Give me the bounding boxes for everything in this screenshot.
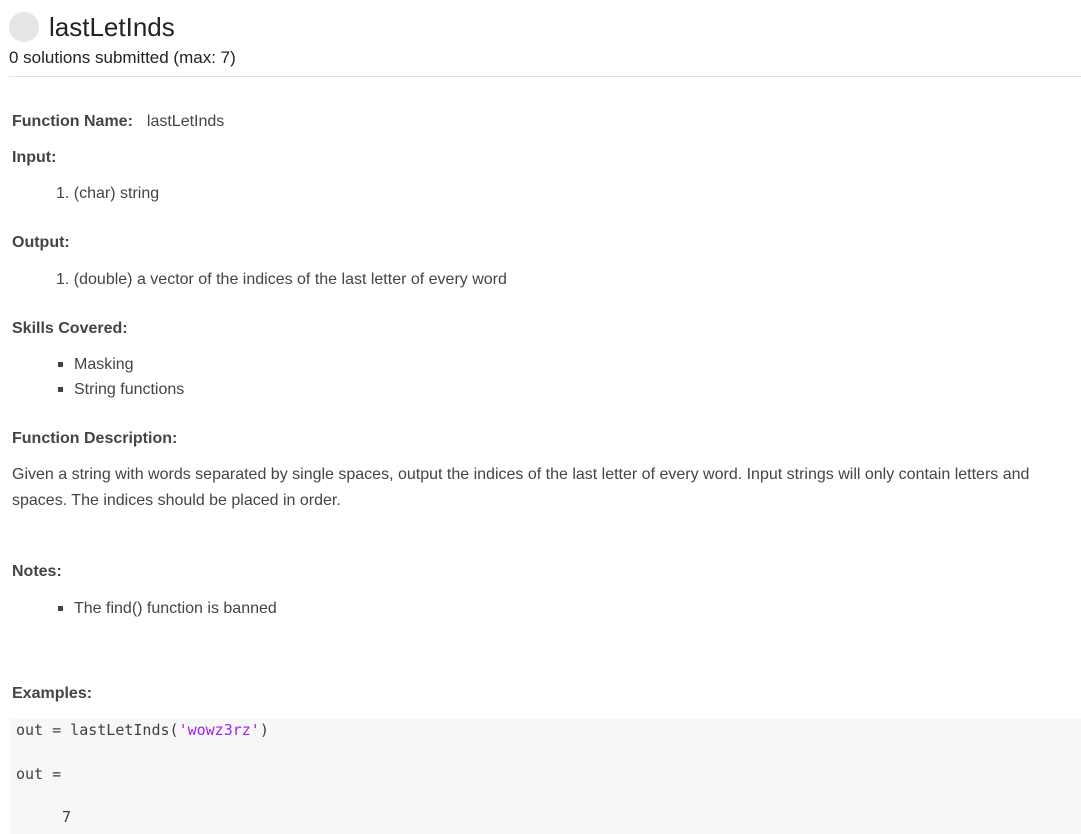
examples-label: Examples: — [12, 685, 93, 702]
input-item-text: (char) string — [73, 185, 160, 202]
example-code-block: out = lastLetInds('wowz3rz') out = 7 — [10, 719, 1081, 834]
example-out-value: 7 — [62, 808, 72, 826]
call-suffix: ) — [259, 721, 269, 739]
example-call-line: out = lastLetInds('wowz3rz') — [16, 720, 269, 740]
bullet-icon — [58, 387, 63, 392]
function-name-value: lastLetInds — [146, 113, 225, 130]
page-title: lastLetInds — [49, 12, 175, 42]
example-out-label: out = — [16, 765, 62, 783]
function-name-row: Function Name: lastLetInds — [12, 112, 224, 132]
problem-header: lastLetInds 0 solutions submitted (max: … — [9, 10, 1081, 70]
title-row: lastLetInds — [9, 10, 1081, 44]
function-name-label: Function Name: — [12, 113, 133, 130]
description-text: Given a string with words separated by s… — [12, 466, 1030, 509]
description-label: Function Description: — [12, 430, 178, 447]
note-item: The find() function is banned — [74, 600, 277, 617]
skill-item: String functions — [74, 381, 185, 398]
output-label: Output: — [12, 234, 70, 251]
header-divider — [9, 76, 1081, 77]
input-item: 1. (char) string — [56, 185, 160, 202]
bullet-icon — [58, 606, 63, 611]
call-argument: 'wowz3rz' — [178, 721, 260, 739]
skills-label: Skills Covered: — [12, 320, 128, 337]
output-item: 1. (double) a vector of the indices of t… — [56, 271, 507, 288]
bullet-icon — [58, 362, 63, 367]
output-item-text: (double) a vector of the indices of the … — [73, 271, 507, 288]
skill-item: Masking — [74, 356, 134, 373]
input-label: Input: — [12, 149, 57, 166]
notes-label: Notes: — [12, 563, 62, 580]
submission-count: 0 solutions submitted (max: 7) — [9, 48, 236, 67]
status-circle-icon — [9, 12, 39, 42]
call-prefix: out = lastLetInds( — [16, 721, 179, 739]
